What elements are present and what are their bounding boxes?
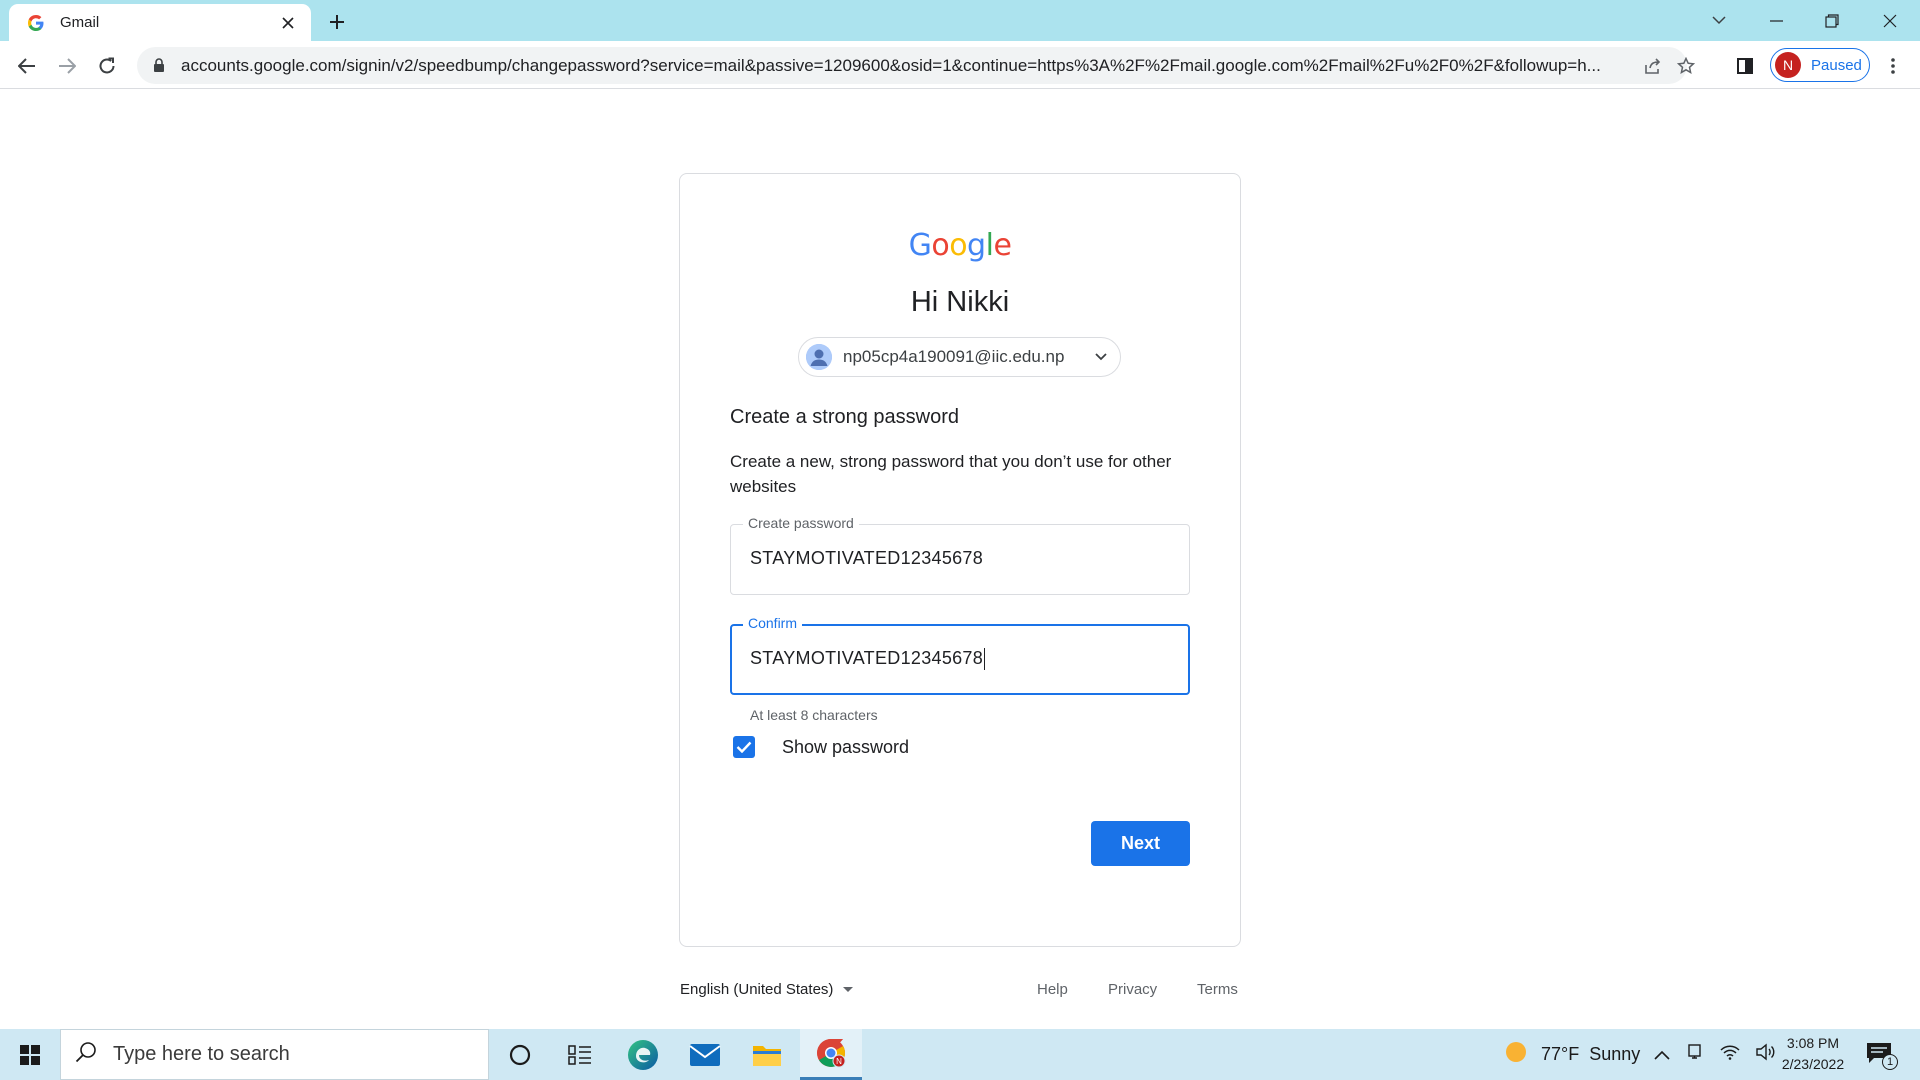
windows-start-icon[interactable] bbox=[0, 1029, 60, 1080]
create-password-field[interactable]: Create password STAYMOTIVATED12345678 bbox=[730, 515, 1190, 595]
google-logo-letter: o bbox=[931, 228, 950, 263]
cortana-icon[interactable] bbox=[490, 1029, 550, 1080]
show-password-toggle[interactable]: Show password bbox=[733, 736, 909, 758]
confirm-password-value: STAYMOTIVATED12345678 bbox=[750, 648, 984, 668]
new-tab-button[interactable] bbox=[322, 8, 352, 36]
browser-tab-strip: Gmail bbox=[0, 0, 1920, 41]
restore-icon[interactable] bbox=[1804, 0, 1860, 41]
weather-text: 77°F Sunny bbox=[1541, 1044, 1641, 1064]
profile-button[interactable]: N Paused bbox=[1770, 48, 1870, 82]
weather-widget[interactable]: 77°F Sunny bbox=[1505, 1029, 1640, 1080]
language-selector[interactable]: English (United States) bbox=[680, 981, 854, 998]
task-view-icon[interactable] bbox=[550, 1029, 610, 1080]
meet-now-icon[interactable] bbox=[1686, 1043, 1704, 1066]
confirm-password-input[interactable]: STAYMOTIVATED12345678 bbox=[750, 648, 986, 671]
help-link[interactable]: Help bbox=[1037, 981, 1068, 998]
show-password-label: Show password bbox=[782, 736, 910, 757]
section-description: Create a new, strong password that you d… bbox=[730, 452, 1172, 496]
create-password-value: STAYMOTIVATED12345678 bbox=[750, 548, 984, 568]
next-button[interactable]: Next bbox=[1091, 821, 1190, 866]
chevron-up-icon[interactable] bbox=[1654, 1044, 1670, 1065]
windows-taskbar: Type here to search N 77°F Sunny 3:08 PM… bbox=[0, 1029, 1920, 1080]
terms-link[interactable]: Terms bbox=[1197, 981, 1238, 998]
language-label: English (United States) bbox=[680, 981, 834, 998]
search-icon bbox=[75, 1041, 97, 1068]
forward-arrow-icon[interactable] bbox=[50, 49, 84, 83]
address-bar[interactable]: accounts.google.com/signin/v2/speedbump/… bbox=[137, 47, 1695, 84]
text-caret bbox=[984, 648, 986, 671]
page-content: Google Hi Nikki np05cp4a190091@iic.edu.n… bbox=[0, 89, 1920, 1029]
search-placeholder: Type here to search bbox=[113, 1043, 290, 1065]
browser-tab-gmail[interactable]: Gmail bbox=[9, 4, 311, 41]
dropdown-caret-icon bbox=[843, 987, 854, 992]
greeting: Hi Nikki bbox=[910, 286, 1010, 318]
back-arrow-icon[interactable] bbox=[10, 49, 44, 83]
reload-icon[interactable] bbox=[90, 49, 124, 83]
side-panel-icon[interactable] bbox=[1730, 51, 1760, 81]
show-password-checkbox[interactable] bbox=[733, 736, 755, 758]
more-menu-icon[interactable] bbox=[1878, 51, 1908, 81]
create-password-label: Create password bbox=[743, 515, 859, 531]
minimize-icon[interactable] bbox=[1748, 0, 1804, 41]
wifi-icon[interactable] bbox=[1720, 1044, 1740, 1065]
chevron-down-icon bbox=[1092, 348, 1110, 366]
browser-toolbar: accounts.google.com/signin/v2/speedbump/… bbox=[0, 41, 1920, 89]
privacy-link[interactable]: Privacy bbox=[1108, 981, 1157, 998]
clock-date: 2/23/2022 bbox=[1781, 1056, 1845, 1072]
signin-card: Google Hi Nikki np05cp4a190091@iic.edu.n… bbox=[679, 173, 1241, 947]
tab-close-icon[interactable] bbox=[277, 12, 299, 34]
taskbar-search-box[interactable]: Type here to search bbox=[60, 1029, 489, 1080]
tab-title: Gmail bbox=[60, 14, 100, 31]
notification-count-badge: 1 bbox=[1882, 1053, 1898, 1070]
clock-time: 3:08 PM bbox=[1786, 1035, 1840, 1051]
notification-center-icon[interactable]: 1 bbox=[1866, 1029, 1898, 1080]
google-logo-letter: o bbox=[949, 228, 968, 263]
section-title: Create a strong password bbox=[730, 406, 960, 428]
system-clock[interactable]: 3:08 PM 2/23/2022 bbox=[1770, 1033, 1856, 1075]
confirm-password-field[interactable]: Confirm STAYMOTIVATED12345678 bbox=[730, 615, 1190, 695]
bookmark-star-icon[interactable] bbox=[1673, 53, 1699, 79]
google-logo-letter: G bbox=[908, 228, 932, 263]
svg-text:N: N bbox=[836, 1057, 842, 1066]
lock-icon[interactable] bbox=[151, 58, 167, 74]
google-logo-letter: e bbox=[993, 228, 1012, 263]
tab-search-icon[interactable] bbox=[1691, 0, 1747, 41]
chrome-taskbar-icon[interactable]: N bbox=[800, 1029, 862, 1080]
confirm-password-label: Confirm bbox=[743, 615, 803, 631]
sun-icon bbox=[1505, 1041, 1527, 1068]
google-logo-letter: g bbox=[967, 228, 986, 263]
account-avatar-icon bbox=[806, 344, 832, 370]
url-text: accounts.google.com/signin/v2/speedbump/… bbox=[181, 55, 1601, 75]
share-icon[interactable] bbox=[1640, 53, 1666, 79]
account-email: np05cp4a190091@iic.edu.np bbox=[843, 347, 1065, 366]
file-explorer-icon[interactable] bbox=[737, 1029, 797, 1080]
system-tray-icons bbox=[1654, 1029, 1776, 1080]
google-favicon-icon bbox=[26, 13, 46, 33]
google-logo-letter: l bbox=[985, 228, 994, 263]
profile-status: Paused bbox=[1811, 56, 1862, 74]
profile-avatar: N bbox=[1775, 52, 1801, 78]
page-footer: English (United States) Help Privacy Ter… bbox=[679, 975, 1241, 1005]
window-close-icon[interactable] bbox=[1862, 0, 1918, 41]
mail-icon[interactable] bbox=[675, 1029, 735, 1080]
google-logo: Google bbox=[680, 228, 1240, 263]
password-hint: At least 8 characters bbox=[750, 707, 878, 723]
account-chip[interactable]: np05cp4a190091@iic.edu.np bbox=[798, 337, 1121, 377]
edge-browser-icon[interactable] bbox=[613, 1029, 673, 1080]
